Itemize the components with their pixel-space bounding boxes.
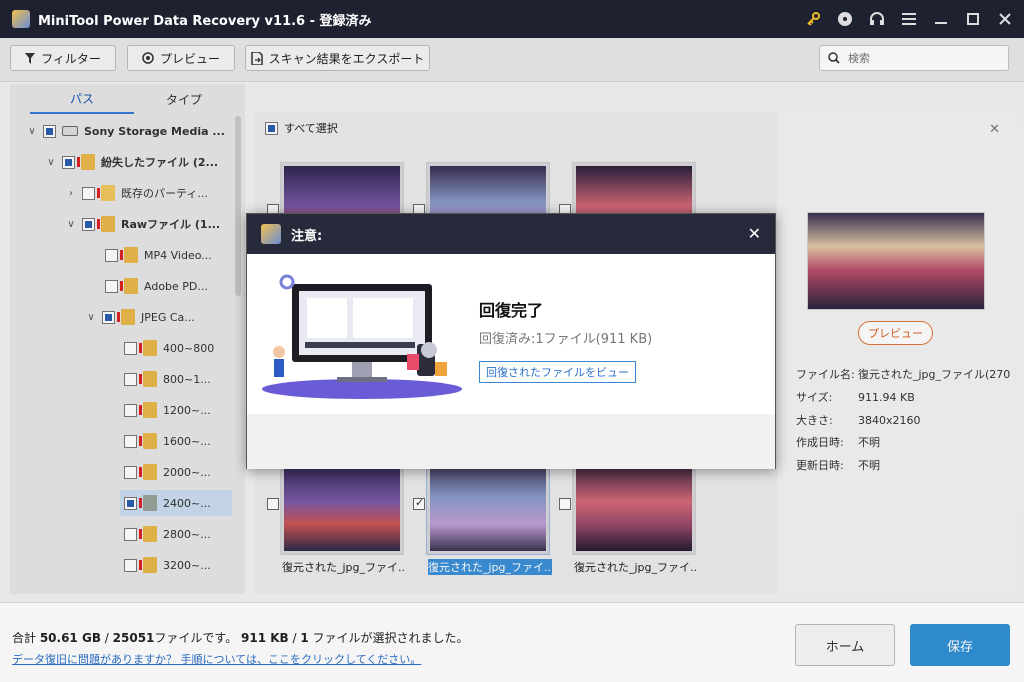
app-logo-icon — [12, 10, 30, 28]
dialog-header: 注意: ✕ — [247, 214, 775, 254]
dialog-footer — [247, 414, 775, 469]
minimize-icon[interactable] — [932, 10, 950, 28]
window-controls — [804, 0, 1014, 38]
dialog-close-icon[interactable]: ✕ — [748, 224, 761, 243]
recovery-illustration — [262, 274, 462, 399]
dialog-subtext: 回復済み:1ファイル(911 KB) — [479, 332, 653, 347]
dialog-title: 注意: — [291, 228, 323, 244]
maximize-icon[interactable] — [964, 10, 982, 28]
dialog-heading: 回復完了 — [479, 301, 544, 320]
recovery-complete-dialog: 注意: ✕ 回復完了 回復済み:1ファイル(911 KB) 回復されたファイルを… — [246, 213, 776, 469]
key-icon[interactable] — [804, 10, 822, 28]
headset-icon[interactable] — [868, 10, 886, 28]
disc-icon[interactable] — [836, 10, 854, 28]
close-icon[interactable] — [996, 10, 1014, 28]
app-logo-icon — [261, 224, 281, 244]
app-title: MiniTool Power Data Recovery v11.6 - 登録済… — [38, 13, 372, 29]
view-recovered-files-button[interactable]: 回復されたファイルをビュー — [479, 361, 636, 383]
menu-icon[interactable] — [900, 10, 918, 28]
title-bar: MiniTool Power Data Recovery v11.6 - 登録済… — [0, 0, 1024, 38]
